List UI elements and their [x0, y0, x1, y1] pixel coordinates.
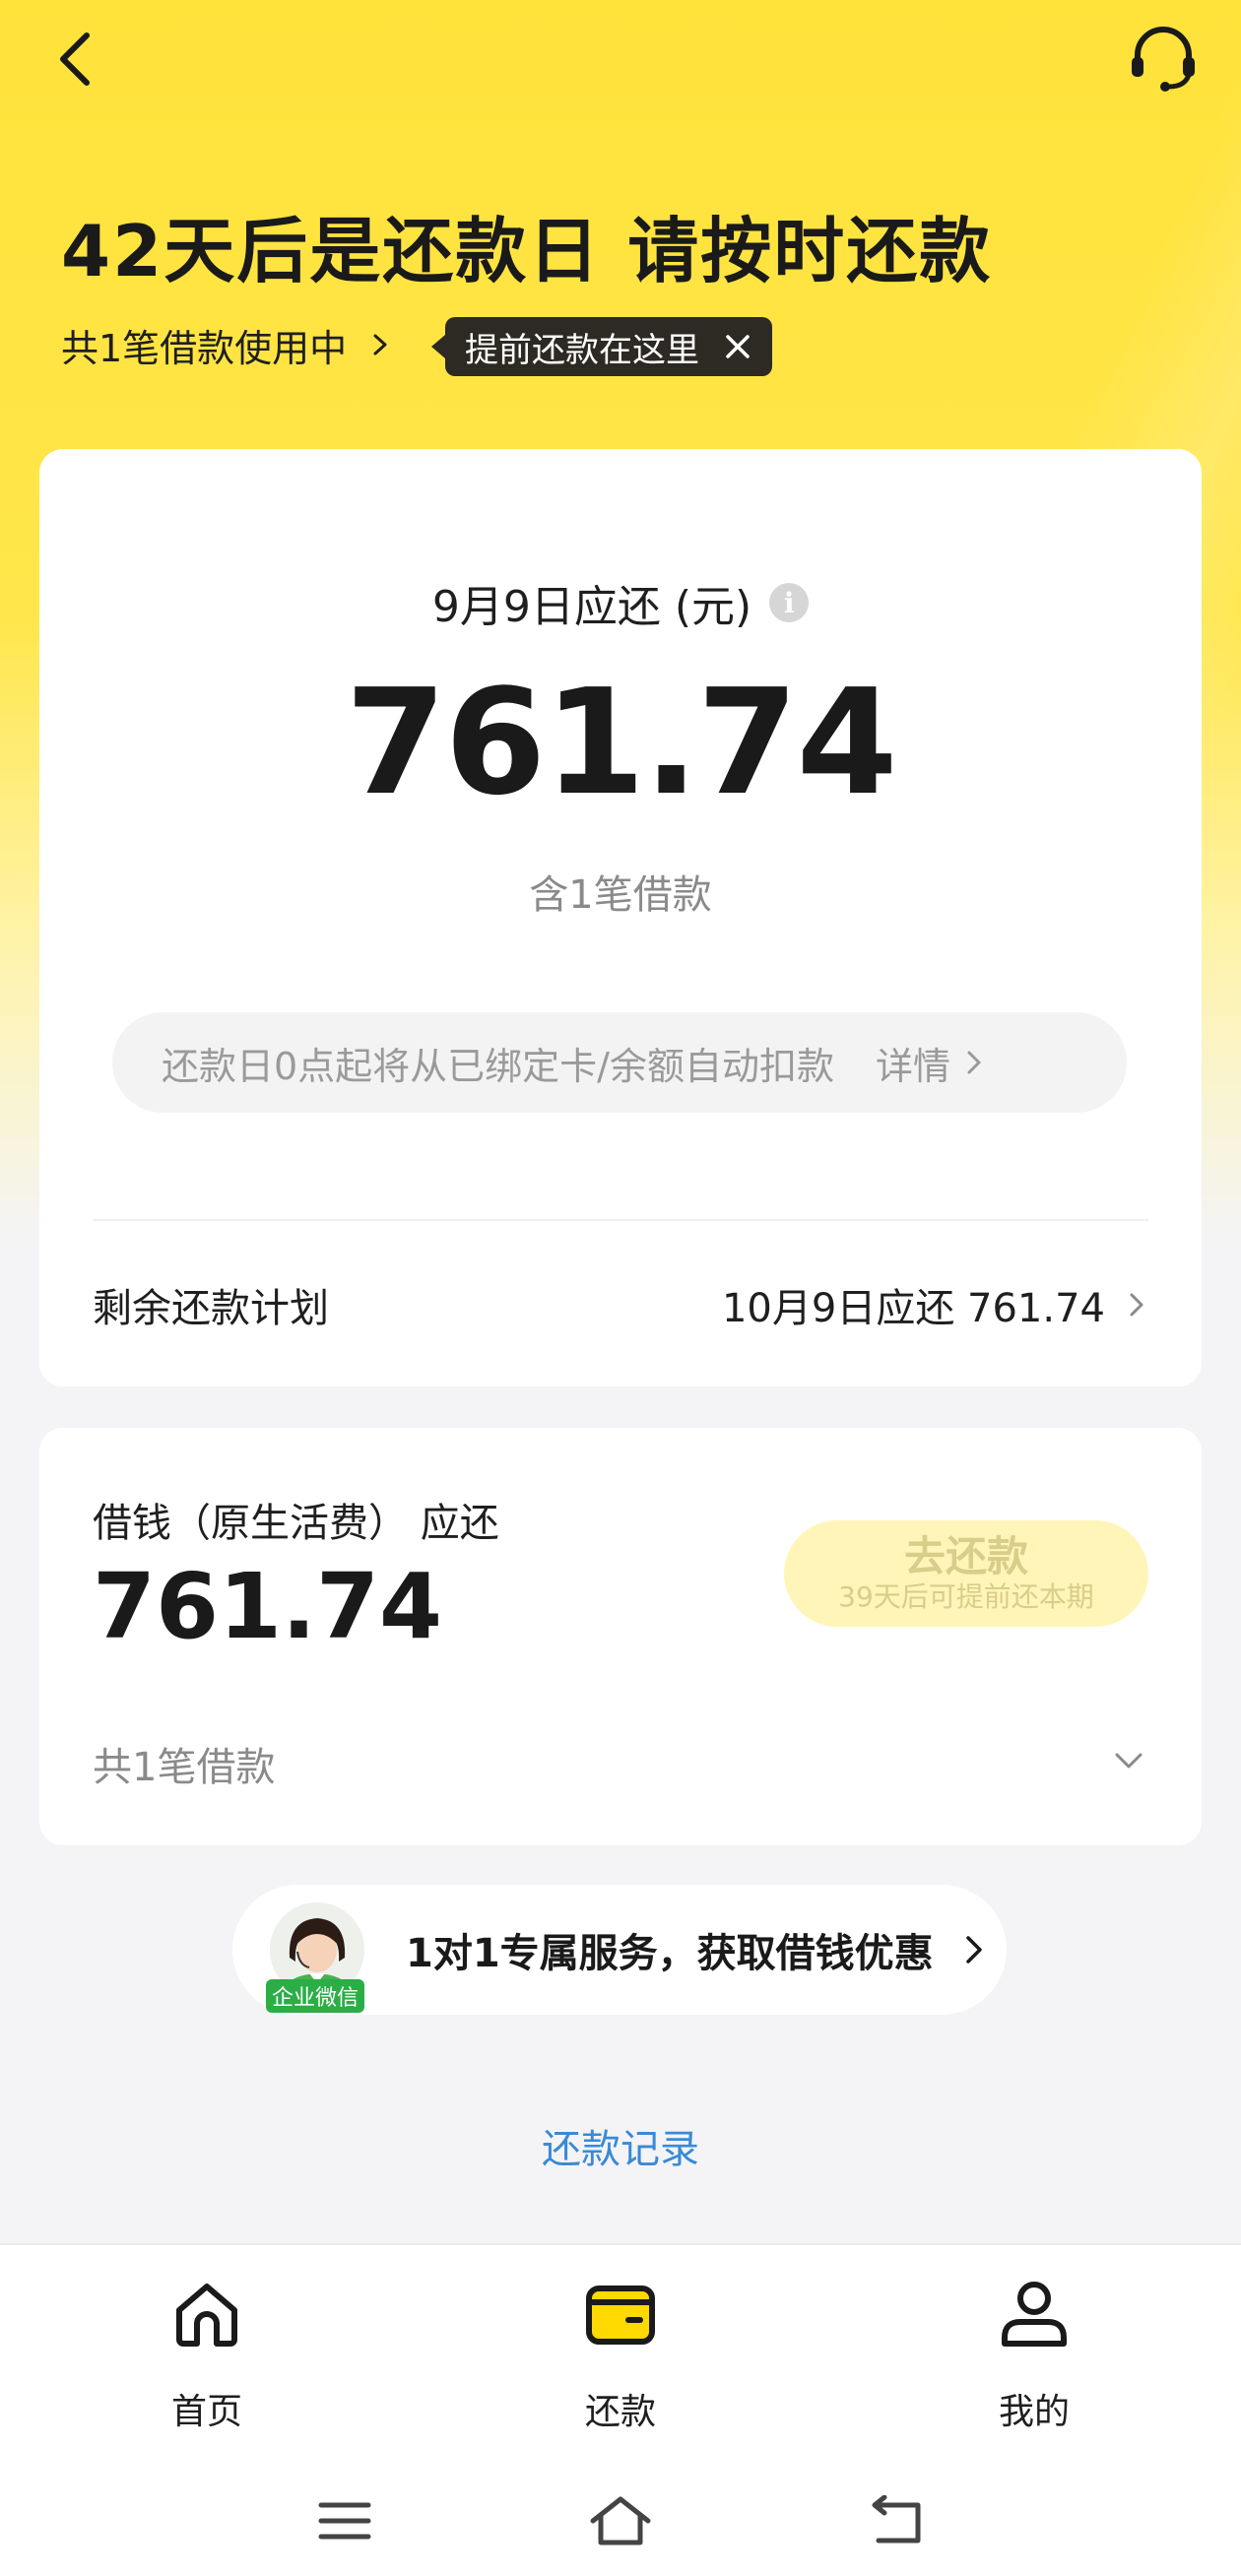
- divider: [93, 1219, 1148, 1221]
- wallet-card-icon: [586, 2286, 655, 2345]
- tab-repay[interactable]: 还款: [512, 2275, 729, 2472]
- remaining-plan-value: 10月9日应还 761.74: [721, 1286, 1105, 1331]
- headset-icon: [1132, 27, 1195, 92]
- service-avatar-group: 企业微信: [266, 1902, 364, 2013]
- remaining-plan-label: 剩余还款计划: [93, 1286, 329, 1331]
- service-banner-text: 1对1专属服务，获取借钱优惠: [406, 1931, 934, 1976]
- tooltip-text: 提前还款在这里: [465, 330, 699, 370]
- system-home-icon: [590, 2496, 651, 2545]
- tab-mine[interactable]: 我的: [926, 2275, 1143, 2472]
- info-icon[interactable]: i: [769, 583, 810, 622]
- menu-icon: [318, 2502, 371, 2540]
- tab-mine-label: 我的: [998, 2392, 1070, 2432]
- chevron-right-icon: [967, 1051, 981, 1074]
- exclusive-service-banner[interactable]: 企业微信 1对1专属服务，获取借钱优惠: [232, 1885, 1007, 2015]
- repay-button[interactable]: 去还款 39天后可提前还本期: [784, 1520, 1148, 1627]
- repay-button-label: 去还款: [903, 1532, 1028, 1580]
- early-repay-tooltip: 提前还款在这里: [431, 317, 772, 376]
- repayment-summary-card: 9月9日应还 (元) i 761.74 含1笔借款 还款日0点起将从已绑定卡/余…: [39, 449, 1202, 1386]
- customer-service-button[interactable]: [1119, 20, 1208, 98]
- loan-amount: 761.74: [93, 1554, 443, 1659]
- included-loan-count: 含1笔借款: [529, 872, 712, 918]
- system-home-button[interactable]: [581, 2481, 660, 2560]
- expand-button[interactable]: [1109, 1741, 1148, 1780]
- loans-in-use-label: 共1笔借款使用中: [61, 326, 348, 370]
- chevron-right-icon: [965, 1936, 982, 1964]
- loan-count: 共1笔借款: [93, 1745, 276, 1790]
- close-icon[interactable]: [723, 332, 752, 361]
- wecom-badge: 企业微信: [266, 1979, 364, 2013]
- back-chevron-icon: [60, 32, 90, 86]
- loans-in-use-link[interactable]: 共1笔借款使用中: [61, 315, 392, 374]
- home-icon: [176, 2284, 237, 2347]
- tab-repay-label: 还款: [584, 2392, 656, 2432]
- system-back-icon: [872, 2495, 921, 2544]
- loan-card: 借钱（原生活费） 应还 761.74 去还款 39天后可提前还本期 共1笔借款: [39, 1428, 1202, 1845]
- due-amount: 761.74: [345, 658, 897, 827]
- due-date-text: 9月9日应还 (元): [431, 582, 752, 632]
- loan-title: 借钱（原生活费） 应还: [93, 1501, 499, 1546]
- detail-link[interactable]: 详情: [876, 1036, 984, 1090]
- chevron-right-icon: [1130, 1293, 1143, 1317]
- chevron-right-icon: [373, 334, 387, 355]
- detail-link-label: 详情: [875, 1044, 950, 1088]
- repayment-history-link[interactable]: 还款记录: [0, 2117, 1241, 2174]
- tab-home[interactable]: 首页: [98, 2275, 315, 2472]
- user-icon: [1002, 2282, 1067, 2347]
- system-back-button[interactable]: [857, 2481, 936, 2560]
- repay-button-hint: 39天后可提前还本期: [838, 1580, 1094, 1613]
- due-date-label: 9月9日应还 (元) i: [39, 571, 1202, 634]
- tab-home-label: 首页: [170, 2392, 242, 2432]
- system-menu-button[interactable]: [305, 2481, 384, 2560]
- page-title: 42天后是还款日 请按时还款: [61, 210, 993, 292]
- chevron-down-icon: [1115, 1753, 1143, 1769]
- autopay-notice-text: 还款日0点起将从已绑定卡/余额自动扣款: [162, 1044, 834, 1088]
- autopay-notice[interactable]: 还款日0点起将从已绑定卡/余额自动扣款 详情: [112, 1012, 1127, 1113]
- remaining-plan-link[interactable]: 10月9日应还 761.74: [722, 1276, 1146, 1333]
- bottom-tab-bar: 首页 还款 我的: [0, 2243, 1241, 2576]
- back-button[interactable]: [39, 20, 110, 98]
